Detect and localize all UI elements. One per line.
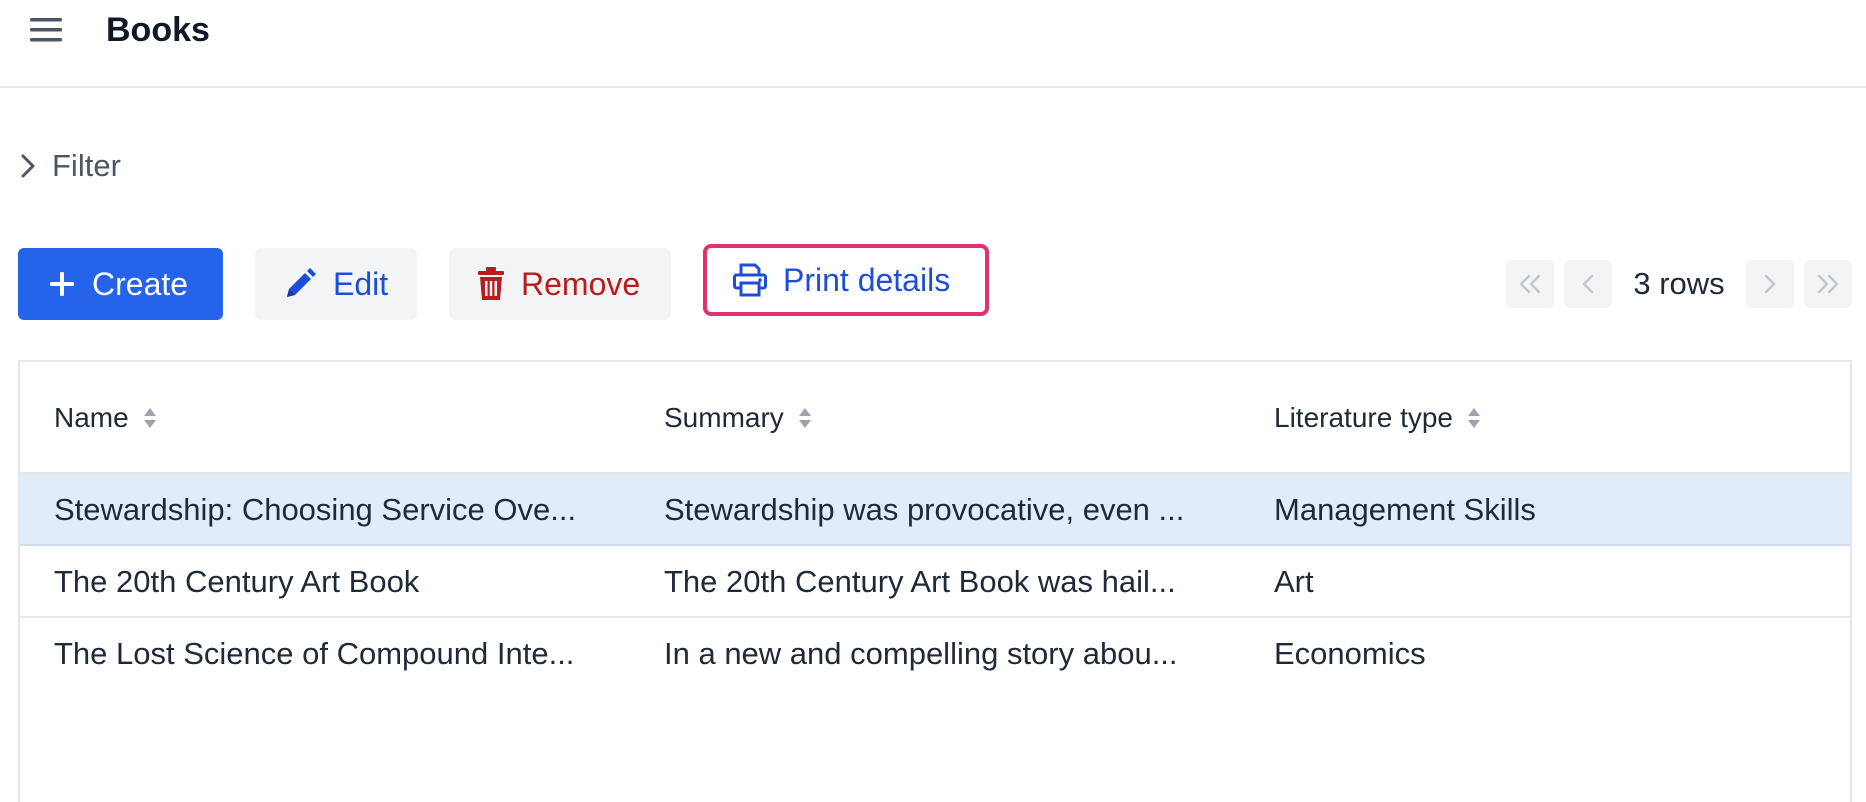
remove-button-label: Remove bbox=[521, 265, 641, 302]
column-header-name[interactable]: Name bbox=[54, 400, 157, 436]
table-header: Name Summary Literature type bbox=[20, 362, 1850, 474]
cell-name: The 20th Century Art Book bbox=[54, 564, 420, 599]
table-row[interactable]: The Lost Science of Compound Inte... In … bbox=[20, 618, 1850, 690]
sort-icon bbox=[143, 408, 156, 428]
column-header-label: Name bbox=[54, 402, 129, 433]
rows-count: 3 rows bbox=[1633, 266, 1725, 301]
cell-literature-type: Economics bbox=[1274, 636, 1426, 671]
printer-icon bbox=[733, 263, 767, 297]
column-header-summary[interactable]: Summary bbox=[664, 400, 812, 436]
cell-summary: The 20th Century Art Book was hail... bbox=[664, 564, 1176, 599]
first-page-button[interactable] bbox=[1506, 260, 1554, 308]
column-header-label: Summary bbox=[664, 402, 784, 433]
previous-page-button[interactable] bbox=[1564, 260, 1612, 308]
chevron-left-icon bbox=[1582, 274, 1594, 294]
column-header-literature-type[interactable]: Literature type bbox=[1274, 400, 1481, 436]
double-chevron-right-icon bbox=[1817, 274, 1839, 294]
table-row[interactable]: Stewardship: Choosing Service Ove... Ste… bbox=[20, 474, 1850, 546]
trash-icon bbox=[478, 267, 504, 300]
chevron-right-icon bbox=[1764, 274, 1776, 294]
edit-button[interactable]: Edit bbox=[255, 248, 417, 320]
double-chevron-left-icon bbox=[1519, 274, 1541, 294]
page-title: Books bbox=[106, 11, 210, 49]
create-button[interactable]: Create bbox=[18, 248, 223, 320]
menu-button[interactable] bbox=[26, 10, 66, 50]
cell-summary: In a new and compelling story abou... bbox=[664, 636, 1178, 671]
app-header: Books bbox=[0, 0, 1866, 88]
plus-icon bbox=[50, 272, 74, 296]
chevron-right-icon bbox=[21, 154, 35, 178]
cell-name: The Lost Science of Compound Inte... bbox=[54, 636, 575, 671]
sort-icon bbox=[1468, 408, 1480, 428]
edit-button-label: Edit bbox=[333, 265, 389, 302]
pencil-icon bbox=[287, 268, 316, 297]
hamburger-menu-icon bbox=[30, 18, 62, 42]
filter-toggle[interactable]: Filter bbox=[20, 146, 121, 186]
column-header-label: Literature type bbox=[1274, 402, 1453, 433]
books-table: Name Summary Literature type Stewardship… bbox=[18, 360, 1852, 802]
filter-label: Filter bbox=[52, 148, 121, 183]
create-button-label: Create bbox=[92, 265, 189, 302]
cell-literature-type: Art bbox=[1274, 564, 1314, 599]
cell-summary: Stewardship was provocative, even ... bbox=[664, 492, 1185, 527]
cell-name: Stewardship: Choosing Service Ove... bbox=[54, 492, 577, 527]
next-page-button[interactable] bbox=[1746, 260, 1794, 308]
last-page-button[interactable] bbox=[1804, 260, 1852, 308]
print-details-button[interactable]: Print details bbox=[703, 244, 989, 316]
sort-icon bbox=[798, 408, 811, 428]
cell-literature-type: Management Skills bbox=[1274, 492, 1536, 527]
remove-button[interactable]: Remove bbox=[449, 248, 671, 320]
print-details-button-label: Print details bbox=[783, 261, 951, 298]
table-row[interactable]: The 20th Century Art Book The 20th Centu… bbox=[20, 546, 1850, 618]
